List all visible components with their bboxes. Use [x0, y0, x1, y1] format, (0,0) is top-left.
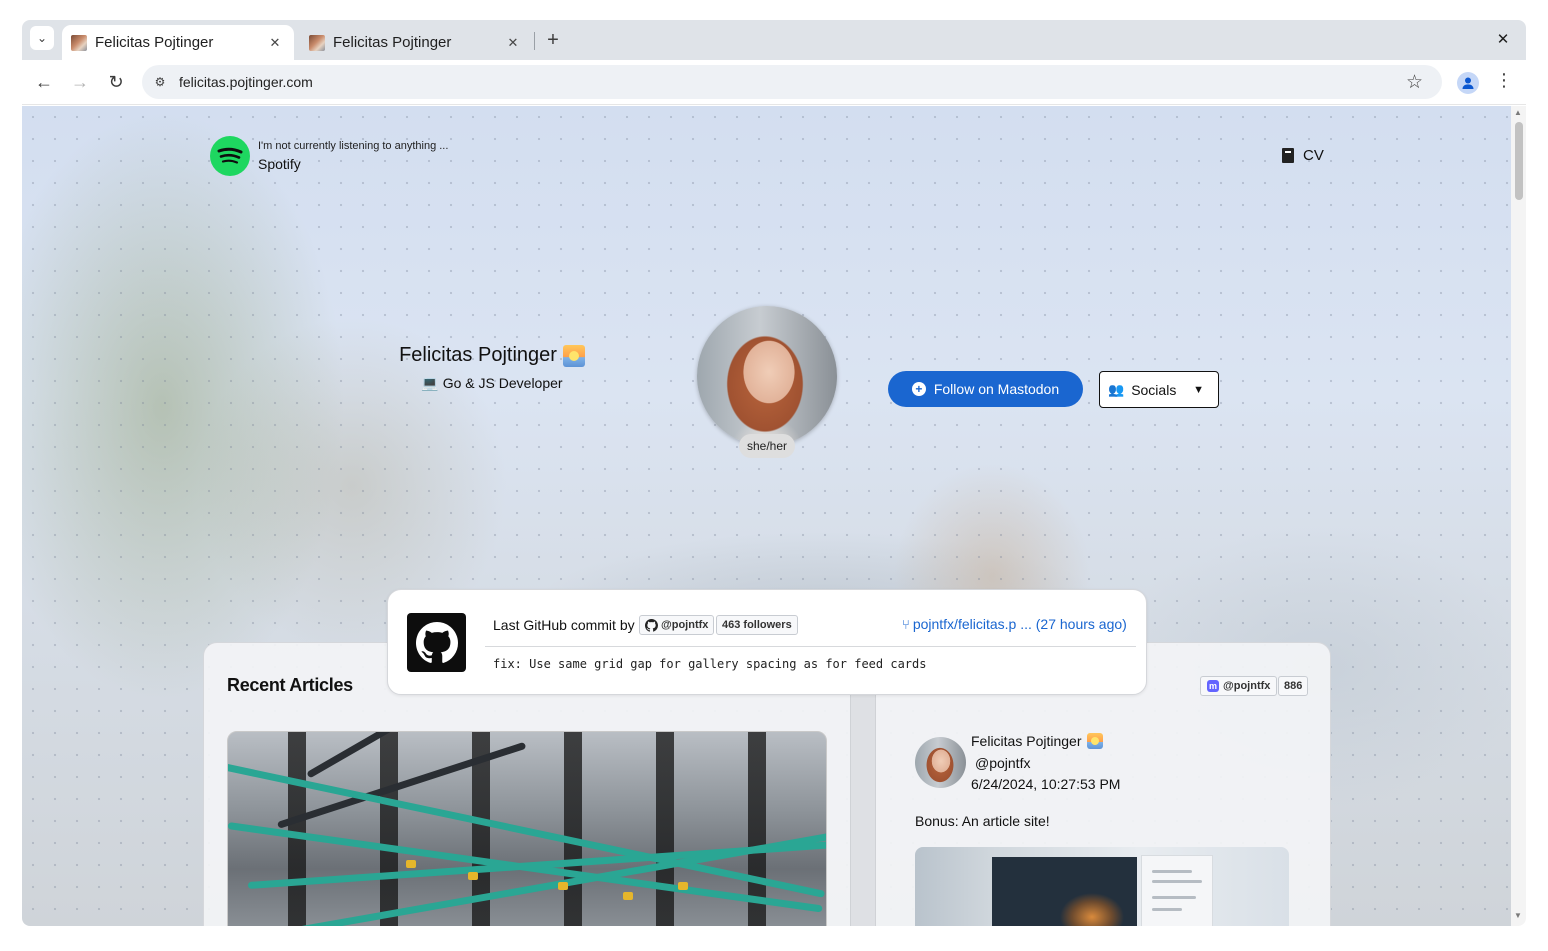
github-mini-icon [645, 618, 658, 632]
connector-shape [406, 860, 416, 868]
text-line-shape [1152, 896, 1196, 899]
connector-shape [623, 892, 633, 900]
text-line-shape [1152, 870, 1192, 873]
github-commit-heading: Last GitHub commit by [493, 617, 635, 633]
chevron-down-icon: ⌄ [36, 31, 48, 45]
close-icon[interactable]: ✕ [266, 34, 284, 52]
kebab-icon: ⋮ [1495, 70, 1513, 90]
text-line-shape [1152, 908, 1182, 911]
connector-shape [558, 882, 568, 890]
page-viewport: I'm not currently listening to anything … [22, 106, 1511, 926]
plus-icon: + [547, 28, 559, 51]
browser-menu-button[interactable]: ⋮ [1494, 70, 1514, 91]
cv-link[interactable]: CV [1282, 147, 1324, 164]
tab-separator [534, 32, 535, 50]
sunrise-icon [562, 344, 585, 367]
pronouns-badge: she/her [739, 434, 796, 458]
tab-title: Felicitas Pojtinger [333, 34, 452, 51]
mastodon-icon: m [1207, 680, 1219, 692]
site-info-icon[interactable]: ⚙ [151, 73, 169, 91]
recent-articles-title: Recent Articles [227, 675, 353, 695]
scrollbar-thumb[interactable] [1515, 122, 1523, 200]
github-repo-text: pojntfx/felicitas.p ... (27 hours ago) [912, 616, 1127, 632]
post-author-row[interactable]: Felicitas Pojtinger [971, 733, 1103, 749]
git-branch-icon: ⑂ [902, 616, 910, 632]
connector-shape [678, 882, 688, 890]
github-followers-badge: 463 followers [716, 615, 798, 635]
url-text[interactable]: felicitas.pojtinger.com [179, 74, 313, 90]
post-text: Bonus: An article site! [915, 813, 1050, 829]
socials-label: Socials [1131, 381, 1177, 398]
article-image[interactable] [227, 731, 827, 926]
tab-inactive[interactable]: Felicitas Pojtinger ✕ [300, 25, 532, 60]
close-icon: ✕ [1496, 31, 1510, 48]
github-commit-message: fix: Use same grid gap for gallery spaci… [493, 657, 927, 671]
favicon-icon [71, 34, 87, 51]
avatar [697, 306, 837, 446]
post-handle[interactable]: @pojntfx [975, 755, 1030, 771]
reload-icon: ↻ [108, 71, 124, 92]
github-commit-card: Last GitHub commit by @pojntfx 463 follo… [387, 589, 1147, 695]
browser-window: ⌄ Felicitas Pojtinger ✕ Felicitas Pojtin… [22, 20, 1526, 926]
plus-circle-icon: + [911, 382, 926, 396]
screenshot-photo [992, 857, 1137, 926]
person-icon [1462, 77, 1474, 89]
post-timestamp[interactable]: 6/24/2024, 10:27:53 PM [971, 776, 1120, 792]
reload-button[interactable]: ↻ [103, 69, 129, 95]
profile-name: Felicitas Pojtinger [399, 344, 557, 366]
tab-strip: ⌄ Felicitas Pojtinger ✕ Felicitas Pojtin… [22, 20, 1526, 60]
cable-shape [306, 732, 483, 779]
profile-role-text: Go & JS Developer [442, 375, 563, 391]
post-author: Felicitas Pojtinger [971, 733, 1082, 749]
profile-button[interactable] [1457, 72, 1479, 94]
mastodon-handle-badge[interactable]: m @pojntfx [1200, 676, 1278, 696]
forward-button[interactable]: → [67, 69, 93, 95]
spotify-label: Spotify [258, 156, 301, 172]
page-scrollbar[interactable]: ▲ ▼ [1511, 106, 1526, 926]
github-handle: @pojntfx [661, 619, 709, 631]
tab-title: Felicitas Pojtinger [95, 34, 214, 51]
new-tab-button[interactable]: + [541, 28, 565, 52]
follow-button-label: Follow on Mastodon [933, 381, 1060, 397]
post-avatar[interactable] [915, 737, 966, 788]
star-icon[interactable]: ☆ [1406, 71, 1423, 94]
socials-dropdown[interactable]: 👥 Socials ▼ [1099, 371, 1219, 408]
users-icon: 👥 [1108, 381, 1125, 397]
window-close-button[interactable]: ✕ [1492, 28, 1514, 50]
browser-toolbar: ← → ↻ ⚙ felicitas.pojtinger.com ☆ ⋮ [22, 60, 1526, 105]
github-icon[interactable] [407, 613, 466, 672]
spotify-icon [210, 136, 250, 176]
profile-role: 💻 Go & JS Developer [352, 375, 632, 392]
favicon-icon [309, 34, 325, 51]
book-icon [1282, 148, 1294, 163]
mastodon-follower-count: 886 [1278, 676, 1309, 696]
screenshot-panel [1141, 855, 1213, 926]
cable-shape [247, 840, 826, 889]
text-line-shape [1152, 880, 1202, 883]
github-handle-badge[interactable]: @pojntfx [639, 615, 715, 635]
github-repo-link[interactable]: ⑂ pojntfx/felicitas.p ... (27 hours ago) [902, 616, 1127, 632]
follow-on-mastodon-button[interactable]: + Follow on Mastodon [888, 371, 1083, 407]
github-divider [485, 646, 1136, 647]
tab-active[interactable]: Felicitas Pojtinger ✕ [62, 25, 294, 60]
back-button[interactable]: ← [31, 69, 57, 95]
post-media-image[interactable] [915, 847, 1289, 926]
address-bar[interactable]: ⚙ felicitas.pojtinger.com ☆ [142, 65, 1442, 99]
caret-down-icon: ▼ [1193, 383, 1204, 396]
connector-shape [468, 872, 478, 880]
scroll-up-icon[interactable]: ▲ [1514, 108, 1522, 117]
arrow-left-icon: ← [35, 71, 53, 92]
spotify-status: I'm not currently listening to anything … [258, 140, 449, 152]
cv-label: CV [1303, 147, 1324, 164]
tab-search-button[interactable]: ⌄ [30, 26, 54, 50]
profile-name-row: Felicitas Pojtinger [399, 344, 585, 367]
laptop-icon: 💻 [421, 375, 439, 391]
close-icon[interactable]: ✕ [504, 34, 522, 52]
arrow-right-icon: → [71, 71, 89, 92]
scroll-down-icon[interactable]: ▼ [1514, 911, 1522, 920]
sunrise-icon [1086, 733, 1103, 749]
profile-header: Felicitas Pojtinger 💻 Go & JS Developer [352, 344, 632, 392]
spotify-widget[interactable]: I'm not currently listening to anything … [210, 136, 448, 176]
mastodon-handle: @pojntfx [1223, 680, 1271, 692]
